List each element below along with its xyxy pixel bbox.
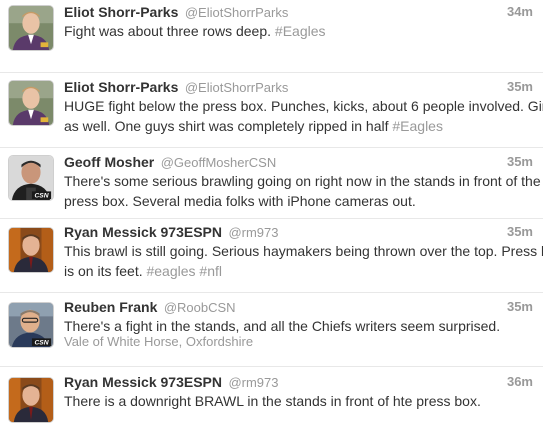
tweet[interactable]: Eliot Shorr-Parks @EliotShorrParks 34m F… (0, 0, 543, 73)
tweet-text: HUGE fight below the press box. Punches,… (64, 96, 543, 136)
avatar-geoff-mosher-icon: CSN (9, 156, 53, 200)
tweet-text: This brawl is still going. Serious hayma… (64, 241, 543, 281)
tweet-username[interactable]: @EliotShorrParks (185, 5, 289, 20)
tweet-text: There's some serious brawling going on r… (64, 171, 541, 211)
tweet-text-segment: Fight was about three rows deep. (64, 23, 275, 39)
tweet-text: There is a downright BRAWL in the stands… (64, 391, 533, 411)
tweet-timestamp[interactable]: 35m (507, 152, 533, 172)
avatar-reuben-frank-icon: CSN (9, 303, 53, 347)
csn-badge: CSN (34, 193, 48, 200)
tweet-fullname[interactable]: Ryan Messick 973ESPN (64, 224, 222, 240)
tweet-text-segment: There's some serious brawling going on r… (64, 173, 541, 189)
tweet-text-segment: There is a downright BRAWL in the stands… (64, 393, 481, 409)
tweet-text-line: There is a downright BRAWL in the stands… (64, 391, 533, 411)
tweet-text-line: HUGE fight below the press box. Punches,… (64, 96, 543, 116)
tweet-header: Ryan Messick 973ESPN @rm973 36m (64, 372, 533, 392)
avatar-ryan-messick-icon (9, 378, 53, 422)
tweet-text-line: as well. One guys shirt was completely r… (64, 116, 533, 136)
tweet[interactable]: Ryan Messick 973ESPN @rm973 35m This bra… (0, 219, 543, 293)
tweet-header: Eliot Shorr-Parks @EliotShorrParks 35m (64, 77, 533, 97)
tweet-username[interactable]: @rm973 (228, 375, 278, 390)
tweet-timeline: Eliot Shorr-Parks @EliotShorrParks 34m F… (0, 0, 543, 435)
avatar-eliot-shorr-parks-icon (9, 81, 53, 125)
tweet-timestamp[interactable]: 35m (507, 77, 533, 97)
tweet-place[interactable]: Vale of White Horse, Oxfordshire (64, 333, 533, 351)
tweet-header: Ryan Messick 973ESPN @rm973 35m (64, 222, 533, 242)
csn-badge: CSN (34, 340, 48, 347)
avatar[interactable] (8, 377, 54, 423)
hashtag-link[interactable]: #Eagles (392, 118, 443, 134)
tweet-text-line: There's some serious brawling going on r… (64, 171, 541, 191)
tweet-username[interactable]: @rm973 (228, 225, 278, 240)
hashtag-link[interactable]: #nfl (199, 263, 222, 279)
tweet-text-segment: is on its feet. (64, 263, 147, 279)
tweet-text-line: This brawl is still going. Serious hayma… (64, 241, 543, 261)
tweet-username[interactable]: @GeoffMosherCSN (161, 155, 277, 170)
tweet-text-segment: as well. One guys shirt was completely r… (64, 118, 393, 134)
tweet-fullname[interactable]: Ryan Messick 973ESPN (64, 374, 222, 390)
hashtag-link[interactable]: #eagles (146, 263, 195, 279)
tweet-text-line: press box. Several media folks with iPho… (64, 191, 533, 211)
tweet-text: Fight was about three rows deep. #Eagles (64, 21, 533, 41)
tweet-text-segment: This brawl is still going. Serious hayma… (64, 243, 543, 259)
tweet-fullname[interactable]: Reuben Frank (64, 299, 157, 315)
tweet-text-line: is on its feet. #eagles #nfl (64, 261, 533, 281)
tweet-fullname[interactable]: Eliot Shorr-Parks (64, 4, 178, 20)
tweet-timestamp[interactable]: 36m (507, 372, 533, 392)
tweet-text-segment: There's a fight in the stands, and all t… (64, 318, 501, 334)
avatar[interactable] (8, 227, 54, 273)
tweet-fullname[interactable]: Eliot Shorr-Parks (64, 79, 178, 95)
tweet[interactable]: CSN Reuben Frank @RoobCSN 35m There's a … (0, 293, 543, 367)
tweet-text-line: Fight was about three rows deep. #Eagles (64, 21, 533, 41)
tweet-timestamp[interactable]: 35m (507, 297, 533, 317)
hashtag-link[interactable]: #Eagles (275, 23, 326, 39)
avatar-eliot-shorr-parks-icon (9, 6, 53, 50)
tweet-text-segment: press box. Several media folks with iPho… (64, 193, 416, 209)
avatar-ryan-messick-icon (9, 228, 53, 272)
tweet[interactable]: Eliot Shorr-Parks @EliotShorrParks 35m H… (0, 73, 543, 148)
tweet-header: Reuben Frank @RoobCSN 35m (64, 297, 533, 317)
avatar[interactable] (8, 80, 54, 126)
tweet-username[interactable]: @RoobCSN (164, 300, 236, 315)
tweet-fullname[interactable]: Geoff Mosher (64, 154, 154, 170)
avatar[interactable]: CSN (8, 155, 54, 201)
tweet-header: Geoff Mosher @GeoffMosherCSN 35m (64, 152, 533, 172)
tweet-header: Eliot Shorr-Parks @EliotShorrParks 34m (64, 2, 533, 22)
tweet-username[interactable]: @EliotShorrParks (185, 80, 289, 95)
tweet-timestamp[interactable]: 35m (507, 222, 533, 242)
tweet[interactable]: CSN Geoff Mosher @GeoffMosherCSN 35m The… (0, 148, 543, 219)
avatar[interactable]: CSN (8, 302, 54, 348)
tweet-timestamp[interactable]: 34m (507, 2, 533, 22)
tweet[interactable]: Ryan Messick 973ESPN @rm973 36m There is… (0, 367, 543, 435)
tweet-text-segment: HUGE fight below the press box. Punches,… (64, 98, 543, 114)
avatar[interactable] (8, 5, 54, 51)
